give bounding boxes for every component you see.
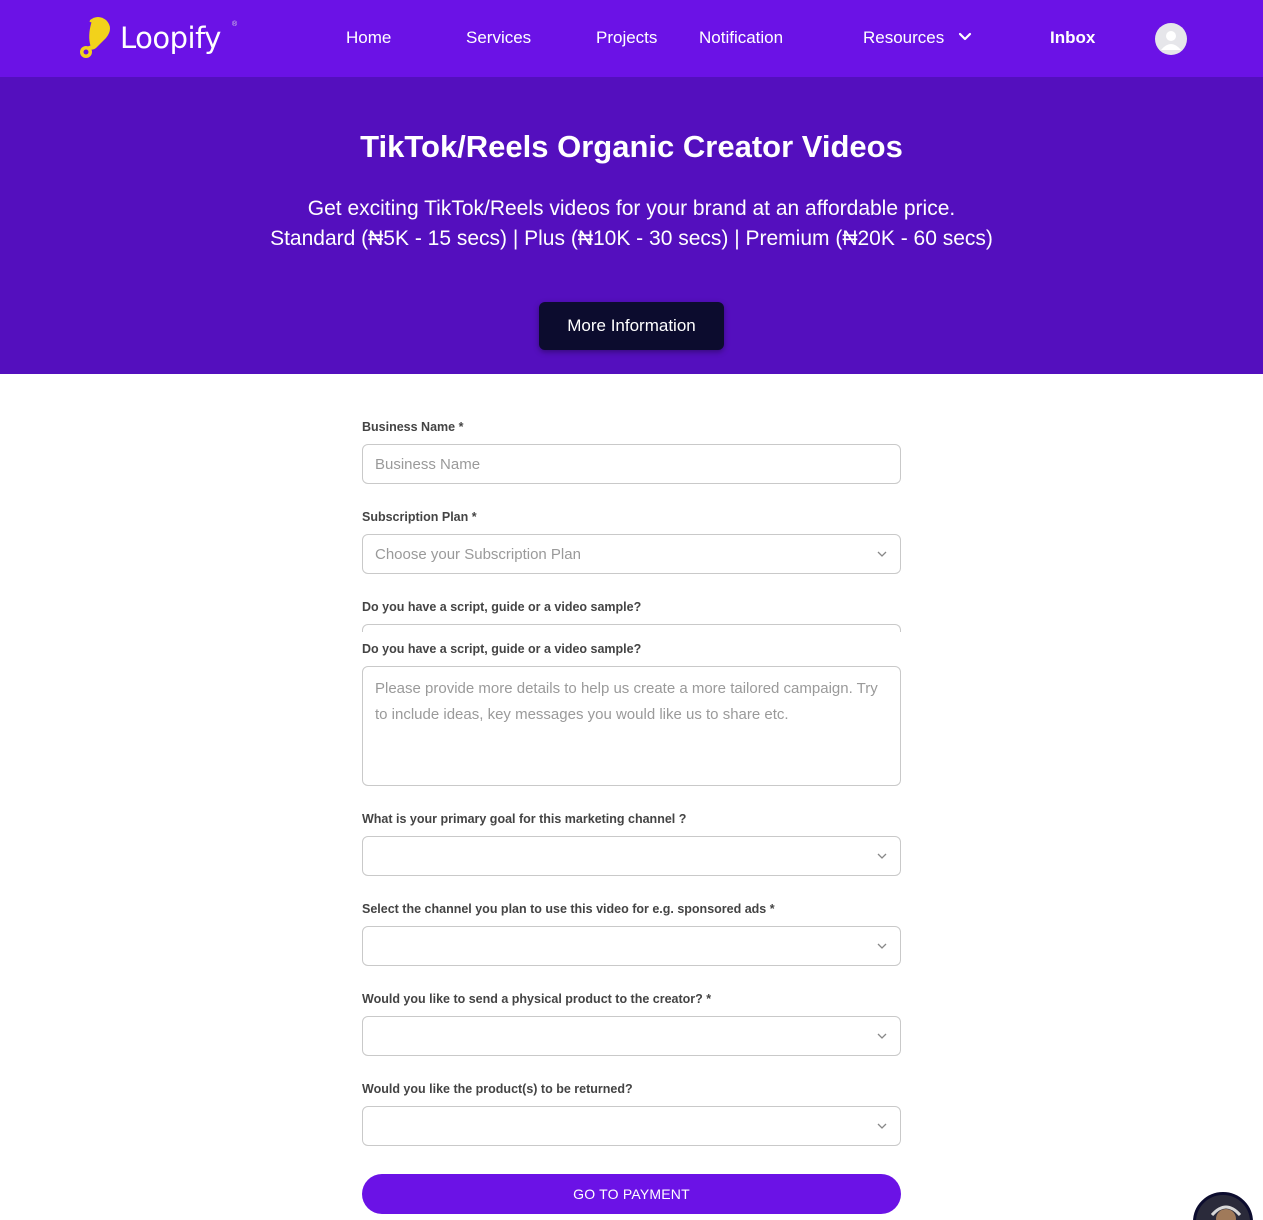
more-information-button[interactable]: More Information bbox=[539, 302, 724, 350]
loopify-logo-icon bbox=[80, 17, 110, 58]
channel-select[interactable] bbox=[362, 926, 901, 966]
go-to-payment-button[interactable]: GO TO PAYMENT bbox=[362, 1174, 901, 1214]
details-textarea[interactable] bbox=[362, 666, 901, 786]
chevron-down-icon bbox=[877, 1123, 887, 1129]
subscription-plan-select[interactable]: Choose your Subscription Plan bbox=[362, 534, 901, 574]
nav-notification[interactable]: Notification bbox=[699, 28, 783, 48]
primary-goal-label: What is your primary goal for this marke… bbox=[362, 812, 687, 826]
subscription-plan-placeholder: Choose your Subscription Plan bbox=[375, 546, 581, 563]
nav-inbox[interactable]: Inbox bbox=[1050, 28, 1095, 48]
support-agent-icon bbox=[1196, 1195, 1250, 1220]
physical-product-label: Would you like to send a physical produc… bbox=[362, 992, 712, 1006]
nav-services[interactable]: Services bbox=[466, 28, 531, 48]
nav-projects[interactable]: Projects bbox=[596, 28, 657, 48]
physical-product-select[interactable] bbox=[362, 1016, 901, 1056]
script-sample-label: Do you have a script, guide or a video s… bbox=[362, 600, 642, 614]
support-chat-avatar[interactable] bbox=[1193, 1192, 1253, 1220]
product-return-label: Would you like the product(s) to be retu… bbox=[362, 1082, 633, 1096]
hero-pricing: Standard (₦5K - 15 secs) | Plus (₦10K - … bbox=[270, 227, 993, 250]
channel-label: Select the channel you plan to use this … bbox=[362, 902, 775, 916]
user-avatar[interactable] bbox=[1155, 23, 1187, 55]
chevron-down-icon[interactable] bbox=[958, 32, 972, 42]
hero-title: TikTok/Reels Organic Creator Videos bbox=[360, 129, 903, 164]
business-name-label: Business Name * bbox=[362, 420, 464, 434]
chevron-down-icon bbox=[877, 943, 887, 949]
nav-resources[interactable]: Resources bbox=[863, 28, 944, 48]
chevron-down-icon bbox=[877, 853, 887, 859]
user-icon bbox=[1161, 31, 1181, 50]
hero-banner: TikTok/Reels Organic Creator Videos Get … bbox=[0, 77, 1263, 374]
primary-goal-select[interactable] bbox=[362, 836, 901, 876]
details-label: Do you have a script, guide or a video s… bbox=[362, 642, 642, 656]
chevron-down-icon bbox=[877, 551, 887, 557]
chevron-down-icon bbox=[877, 1033, 887, 1039]
registered-mark: ® bbox=[232, 21, 238, 28]
business-name-input[interactable] bbox=[362, 444, 901, 484]
nav-home[interactable]: Home bbox=[346, 28, 391, 48]
script-sample-select[interactable] bbox=[362, 624, 901, 632]
subscription-plan-label: Subscription Plan * bbox=[362, 510, 477, 524]
brand-logo[interactable]: Loopify ® bbox=[76, 16, 237, 60]
hero-subtitle: Get exciting TikTok/Reels videos for you… bbox=[307, 197, 956, 220]
top-navbar: Loopify ® Home Services Projects Notific… bbox=[0, 0, 1263, 77]
product-return-select[interactable] bbox=[362, 1106, 901, 1146]
brand-name: Loopify bbox=[120, 21, 221, 55]
